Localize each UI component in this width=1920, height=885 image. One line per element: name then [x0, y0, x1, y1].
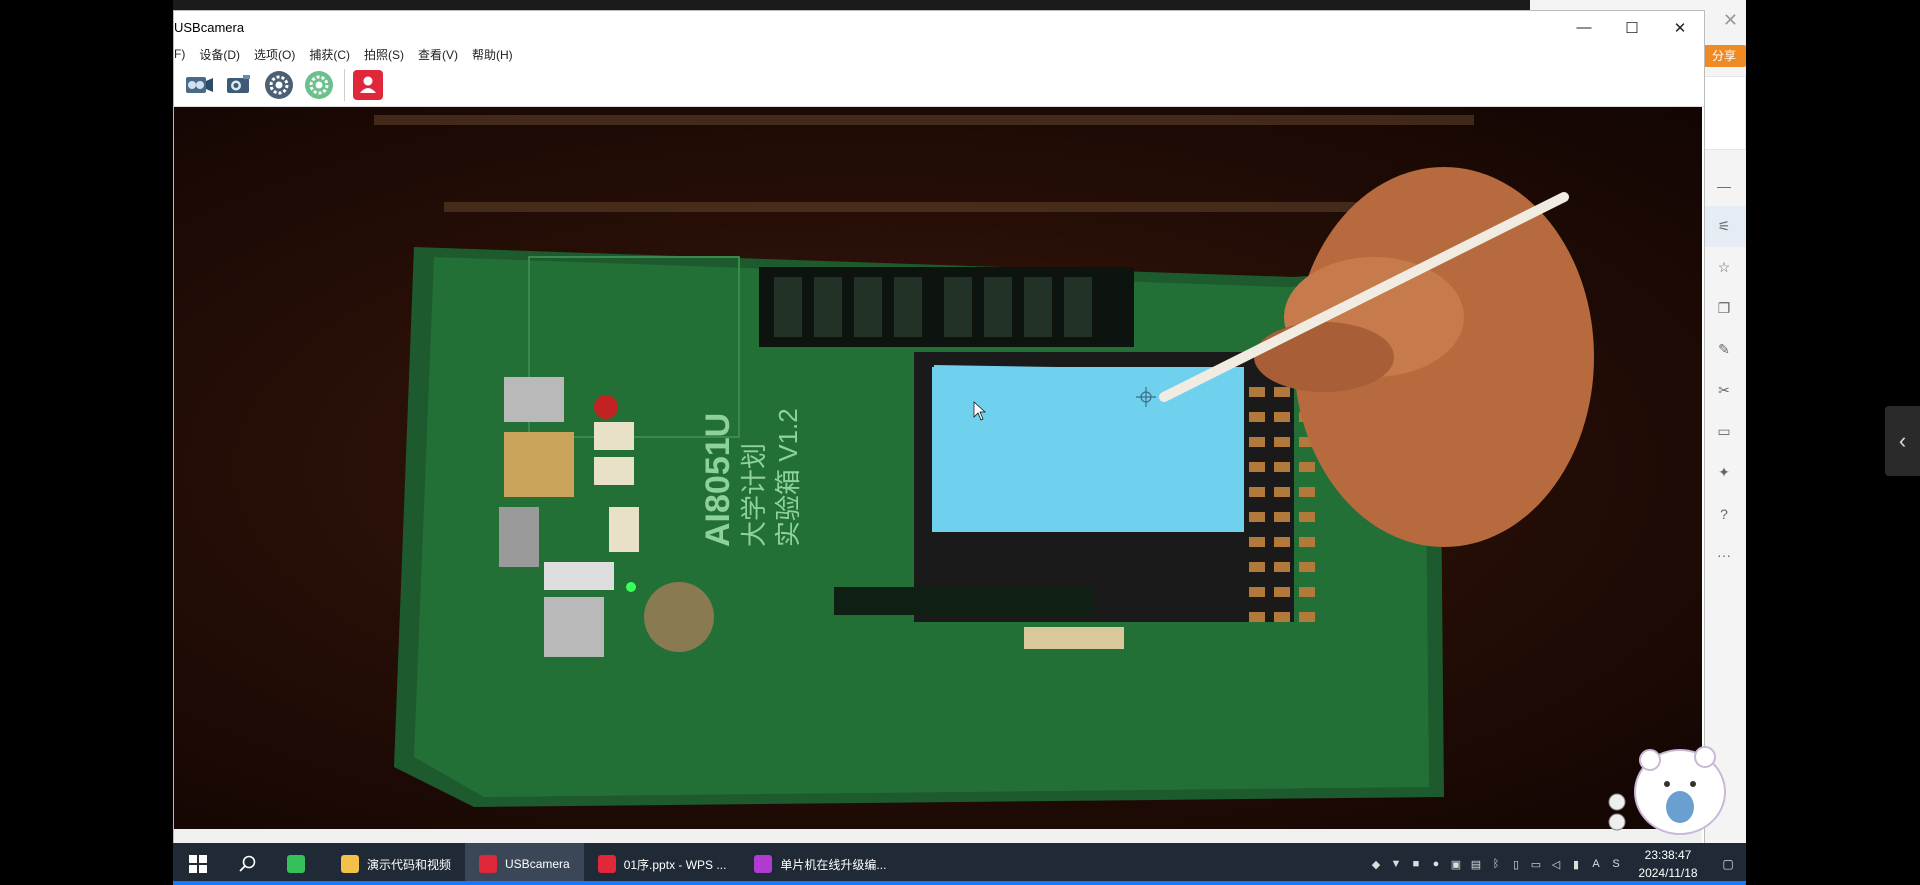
share-button[interactable]: 分享: [1702, 45, 1746, 67]
tray-app-icon[interactable]: ◆: [1366, 843, 1386, 885]
menu-help[interactable]: 帮助(H): [465, 46, 520, 63]
advanced-settings-button[interactable]: [302, 68, 336, 102]
camera-frame-image: AI8051U 大学计划 实验箱 V1.2: [374, 115, 1594, 807]
horizontal-scrollbar[interactable]: [174, 829, 1702, 844]
taskbar-app-wechat[interactable]: [273, 843, 327, 885]
camera-preview[interactable]: AI8051U 大学计划 实验箱 V1.2: [174, 107, 1702, 829]
usbcamera-app-icon: [479, 855, 498, 873]
tray-security-icon[interactable]: ■: [1406, 843, 1426, 885]
chevron-left-icon[interactable]: ‹: [1885, 406, 1920, 476]
clock-date: 2024/11/18: [1638, 866, 1698, 880]
side-toolbar: — ⚟ ☆ ❐ ✎ ✂ ▭ ✦ ? ···: [1702, 165, 1746, 575]
more-icon[interactable]: ···: [1702, 534, 1746, 575]
snapshot-button[interactable]: [351, 68, 385, 102]
close-button[interactable]: ✕: [1656, 11, 1704, 44]
taskbar-app-label: 单片机在线升级编...: [780, 857, 887, 872]
board-line2-label: 大学计划: [739, 443, 769, 547]
paint-icon[interactable]: ✎: [1702, 329, 1746, 370]
menu-file[interactable]: F): [174, 47, 192, 61]
camcorder-icon: [227, 75, 250, 93]
menu-view[interactable]: 查看(V): [411, 46, 465, 63]
taskbar-app-label: 01序.pptx - WPS ...: [623, 857, 727, 872]
stc-app-icon: [754, 855, 773, 873]
menu-photo[interactable]: 拍照(S): [357, 46, 411, 63]
volume-icon[interactable]: ◁: [1546, 843, 1566, 885]
person-card-icon: [353, 70, 383, 100]
title-bar[interactable]: USBcamera — ☐ ✕: [174, 11, 1704, 44]
tray-network-icon[interactable]: ●: [1426, 843, 1446, 885]
mascot-sticker: [1608, 746, 1726, 835]
notification-icon[interactable]: ▢: [1710, 857, 1746, 871]
board-line3-label: 实验箱 V1.2: [773, 408, 803, 547]
folder-icon: [341, 855, 359, 873]
help-icon[interactable]: ?: [1702, 493, 1746, 534]
monitor-icon[interactable]: ▭: [1526, 843, 1546, 885]
usbcamera-window: USBcamera — ☐ ✕ F) 设备(D) 选项(O) 捕获(C) 拍照(…: [173, 10, 1705, 845]
tray-display-icon[interactable]: ▤: [1466, 843, 1486, 885]
toolbar: [174, 64, 1704, 107]
taskbar-app-label: 演示代码和视频: [367, 857, 452, 872]
menu-options[interactable]: 选项(O): [247, 46, 302, 63]
minus-icon[interactable]: —: [1702, 165, 1746, 206]
minimize-button[interactable]: —: [1560, 11, 1608, 44]
window-title: USBcamera: [174, 20, 245, 35]
bluetooth-icon[interactable]: ᛒ: [1486, 843, 1506, 885]
star-icon[interactable]: ☆: [1702, 247, 1746, 288]
taskbar-app-folder[interactable]: 演示代码和视频: [327, 843, 465, 885]
video-capture-button[interactable]: [182, 68, 216, 102]
taskbar-app-label: USBcamera: [505, 857, 570, 871]
maximize-button[interactable]: ☐: [1608, 11, 1656, 44]
menu-device[interactable]: 设备(D): [192, 46, 247, 63]
search-button[interactable]: [223, 843, 273, 885]
board-model-label: AI8051U: [699, 413, 737, 547]
sliders-icon[interactable]: ⚟: [1702, 206, 1746, 247]
tray-shield-icon[interactable]: ▼: [1386, 843, 1406, 885]
taskbar-app-wps[interactable]: 01序.pptx - WPS ...: [584, 843, 741, 885]
close-icon[interactable]: ✕: [1723, 10, 1738, 31]
green-gear-icon: [305, 71, 333, 99]
side-panel-card: [1702, 76, 1746, 150]
menu-capture[interactable]: 捕获(C): [302, 46, 357, 63]
wps-icon: [597, 855, 616, 873]
ime-indicator[interactable]: A: [1586, 843, 1606, 885]
start-button[interactable]: [173, 843, 223, 885]
film-camera-icon: [186, 77, 213, 93]
taskbar-app-stc-isp[interactable]: 单片机在线升级编...: [740, 843, 900, 885]
system-tray: ◆ ▼ ■ ● ▣ ▤ ᛒ ▯ ▭ ◁ ▮ A S 23:38:47 2024/…: [1366, 843, 1746, 885]
battery-icon[interactable]: ▯: [1506, 843, 1526, 885]
copy-icon[interactable]: ❐: [1702, 288, 1746, 329]
wechat-app-icon: [287, 855, 305, 873]
microphone-icon[interactable]: ▮: [1566, 843, 1586, 885]
taskbar-app-usbcamera[interactable]: USBcamera: [465, 843, 584, 885]
taskbar: 演示代码和视频 USBcamera 01序.pptx - WPS ... 单片机…: [173, 843, 1746, 885]
clock-time: 23:38:47: [1644, 848, 1692, 862]
taskbar-clock[interactable]: 23:38:47 2024/11/18: [1626, 846, 1710, 882]
book-icon[interactable]: ▭: [1702, 411, 1746, 452]
tools-icon[interactable]: ✂: [1702, 370, 1746, 411]
gear-icon: [265, 71, 293, 99]
search-icon: [239, 855, 256, 872]
puzzle-icon[interactable]: ✦: [1702, 452, 1746, 493]
camera-button[interactable]: [222, 68, 256, 102]
menu-bar: F) 设备(D) 选项(O) 捕获(C) 拍照(S) 查看(V) 帮助(H): [174, 44, 1704, 64]
progress-strip: [173, 881, 1746, 885]
toolbar-separator: [344, 69, 345, 101]
windows-icon: [189, 855, 207, 873]
settings-button[interactable]: [262, 68, 296, 102]
tray-chat-icon[interactable]: ▣: [1446, 843, 1466, 885]
sogou-icon[interactable]: S: [1606, 843, 1626, 885]
